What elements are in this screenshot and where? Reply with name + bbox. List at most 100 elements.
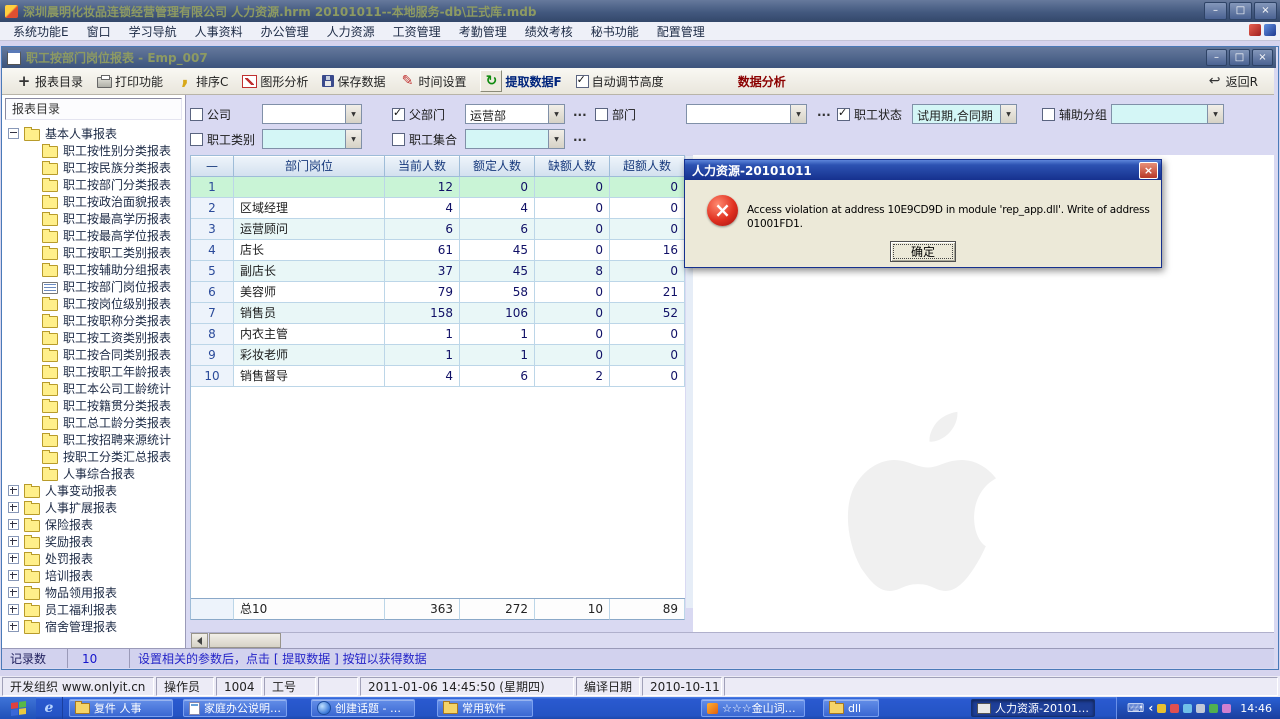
tree-report-item[interactable]: 职工按岗位级别报表 xyxy=(2,295,185,312)
tree-report-item[interactable]: 职工按最高学历报表 xyxy=(2,210,185,227)
expand-icon[interactable] xyxy=(8,536,19,547)
grid-row[interactable]: 10 销售督导 4 6 2 0 xyxy=(191,366,685,387)
emp-category-checkbox[interactable] xyxy=(190,133,203,146)
internet-explorer-icon[interactable] xyxy=(45,700,54,716)
tree-report-item[interactable]: 职工按工资类别报表 xyxy=(2,329,185,346)
header-current-count[interactable]: 当前人数 xyxy=(385,156,460,177)
header-shortage-count[interactable]: 缺额人数 xyxy=(535,156,610,177)
time-setting-button[interactable]: 时间设置 xyxy=(399,73,466,90)
menu-item[interactable]: 配置管理 xyxy=(648,22,714,41)
emp-status-dropdown[interactable]: 试用期,合同期 xyxy=(912,104,1017,124)
tree-report-item[interactable]: 职工按职称分类报表 xyxy=(2,312,185,329)
menu-item[interactable]: 系统功能E xyxy=(4,22,78,41)
expand-icon[interactable] xyxy=(8,604,19,615)
parent-dept-more-button[interactable]: ... xyxy=(573,105,587,119)
company-dropdown[interactable] xyxy=(262,104,362,124)
expand-icon[interactable] xyxy=(8,553,19,564)
restore-icon[interactable]: □ xyxy=(1229,2,1252,20)
menu-item[interactable]: 学习导航 xyxy=(120,22,186,41)
tree-report-item[interactable]: 职工按招聘来源统计 xyxy=(2,431,185,448)
dept-dropdown[interactable] xyxy=(686,104,807,124)
chevron-down-icon[interactable] xyxy=(790,105,806,123)
expand-icon[interactable] xyxy=(8,519,19,530)
menu-corner-red-icon[interactable] xyxy=(1249,24,1261,36)
tree-group-item[interactable]: 保险报表 xyxy=(2,516,185,533)
extract-data-button[interactable]: 提取数据F xyxy=(480,70,561,92)
tree-group-item[interactable]: 宿舍管理报表 xyxy=(2,618,185,635)
tree-report-item[interactable]: 职工按民族分类报表 xyxy=(2,159,185,176)
parent-dept-checkbox[interactable] xyxy=(392,108,405,121)
tree-report-item[interactable]: 职工按政治面貌报表 xyxy=(2,193,185,210)
tree-group-item[interactable]: 人事扩展报表 xyxy=(2,499,185,516)
tree-group-item[interactable]: 培训报表 xyxy=(2,567,185,584)
company-checkbox[interactable] xyxy=(190,108,203,121)
grid-row[interactable]: 6 美容师 79 58 0 21 xyxy=(191,282,685,303)
header-quota-count[interactable]: 额定人数 xyxy=(460,156,535,177)
tray-app-icon-5[interactable] xyxy=(1209,704,1218,713)
taskbar-button[interactable]: 人力资源-20101011 xyxy=(971,699,1095,717)
tray-app-icon-6[interactable] xyxy=(1222,704,1231,713)
aux-group-dropdown[interactable] xyxy=(1111,104,1224,124)
tree-report-item[interactable]: 职工按性别分类报表 xyxy=(2,142,185,159)
chevron-down-icon[interactable] xyxy=(345,130,361,148)
collapse-chevron-icon[interactable] xyxy=(1148,701,1153,715)
tree-group-item[interactable]: 处罚报表 xyxy=(2,550,185,567)
grid-row[interactable]: 9 彩妆老师 1 1 0 0 xyxy=(191,345,685,366)
expand-icon[interactable] xyxy=(8,570,19,581)
emp-set-checkbox[interactable] xyxy=(392,133,405,146)
close-icon[interactable]: × xyxy=(1254,2,1277,20)
taskbar-button[interactable]: 家庭办公说明 - 记... xyxy=(183,699,287,717)
aux-group-checkbox[interactable] xyxy=(1042,108,1055,121)
menu-item[interactable]: 办公管理 xyxy=(252,22,318,41)
tray-app-icon-1[interactable] xyxy=(1157,704,1166,713)
grid-row[interactable]: 4 店长 61 45 0 16 xyxy=(191,240,685,261)
auto-height-toggle[interactable]: 自动调节高度 xyxy=(576,73,664,90)
back-button[interactable]: 返回R xyxy=(1207,73,1258,90)
tray-app-icon-2[interactable] xyxy=(1170,704,1179,713)
grid-row[interactable]: 3 运营顾问 6 6 0 0 xyxy=(191,219,685,240)
tree-group-item[interactable]: 员工福利报表 xyxy=(2,601,185,618)
start-button[interactable] xyxy=(0,697,36,719)
emp-set-dropdown[interactable] xyxy=(465,129,565,149)
chevron-down-icon[interactable] xyxy=(1000,105,1016,123)
emp-status-checkbox[interactable] xyxy=(837,108,850,121)
tree-report-item[interactable]: 职工按籍贯分类报表 xyxy=(2,397,185,414)
grid-horizontal-scrollbar[interactable] xyxy=(190,632,1274,648)
taskbar-button[interactable]: 创建话题 - 世界之... xyxy=(311,699,415,717)
grid-row[interactable]: 2 区域经理 4 4 0 0 xyxy=(191,198,685,219)
error-dialog-titlebar[interactable]: 人力资源-20101011 × xyxy=(685,160,1161,180)
chart-analysis-button[interactable]: 图形分析 xyxy=(242,73,308,90)
tree-report-item[interactable]: 职工按职工类别报表 xyxy=(2,244,185,261)
tree-report-item[interactable]: 职工按合同类别报表 xyxy=(2,346,185,363)
menu-item[interactable]: 人力资源 xyxy=(318,22,384,41)
tree-report-item[interactable]: 人事综合报表 xyxy=(2,465,185,482)
tree-report-item[interactable]: 职工总工龄分类报表 xyxy=(2,414,185,431)
menu-item[interactable]: 秘书功能 xyxy=(582,22,648,41)
taskbar-button[interactable]: 复件 人事 xyxy=(69,699,173,717)
tree-group-item[interactable]: 奖励报表 xyxy=(2,533,185,550)
dept-more-button[interactable]: ... xyxy=(817,105,831,119)
grid-row[interactable]: 7 销售员 158 106 0 52 xyxy=(191,303,685,324)
menu-item[interactable]: 人事资料 xyxy=(186,22,252,41)
grid-row[interactable]: 8 内衣主管 1 1 0 0 xyxy=(191,324,685,345)
tree-report-item[interactable]: 职工按最高学位报表 xyxy=(2,227,185,244)
emp-category-dropdown[interactable] xyxy=(262,129,362,149)
data-analysis-label[interactable]: 数据分析 xyxy=(738,73,786,90)
report-minimize-icon[interactable]: – xyxy=(1206,49,1227,66)
grid-row[interactable]: 5 副店长 37 45 8 0 xyxy=(191,261,685,282)
tree-report-item[interactable]: 职工按部门分类报表 xyxy=(2,176,185,193)
report-directory-button[interactable]: 报表目录 xyxy=(16,73,83,90)
taskbar-button[interactable]: dll xyxy=(823,699,879,717)
keyboard-icon[interactable] xyxy=(1127,701,1144,715)
report-maximize-icon[interactable]: □ xyxy=(1229,49,1250,66)
taskbar-button[interactable]: ☆☆☆金山词霸 20... xyxy=(701,699,805,717)
tree-group-item[interactable]: 物品领用报表 xyxy=(2,584,185,601)
print-button[interactable]: 打印功能 xyxy=(97,73,163,90)
report-close-icon[interactable]: × xyxy=(1252,49,1273,66)
tree-report-item[interactable]: 按职工分类汇总报表 xyxy=(2,448,185,465)
sort-button[interactable]: 排序C xyxy=(177,73,228,90)
chevron-down-icon[interactable] xyxy=(345,105,361,123)
expand-icon[interactable] xyxy=(8,621,19,632)
tree-report-item[interactable]: 职工本公司工龄统计 xyxy=(2,380,185,397)
emp-set-more-button[interactable]: ... xyxy=(573,130,587,144)
